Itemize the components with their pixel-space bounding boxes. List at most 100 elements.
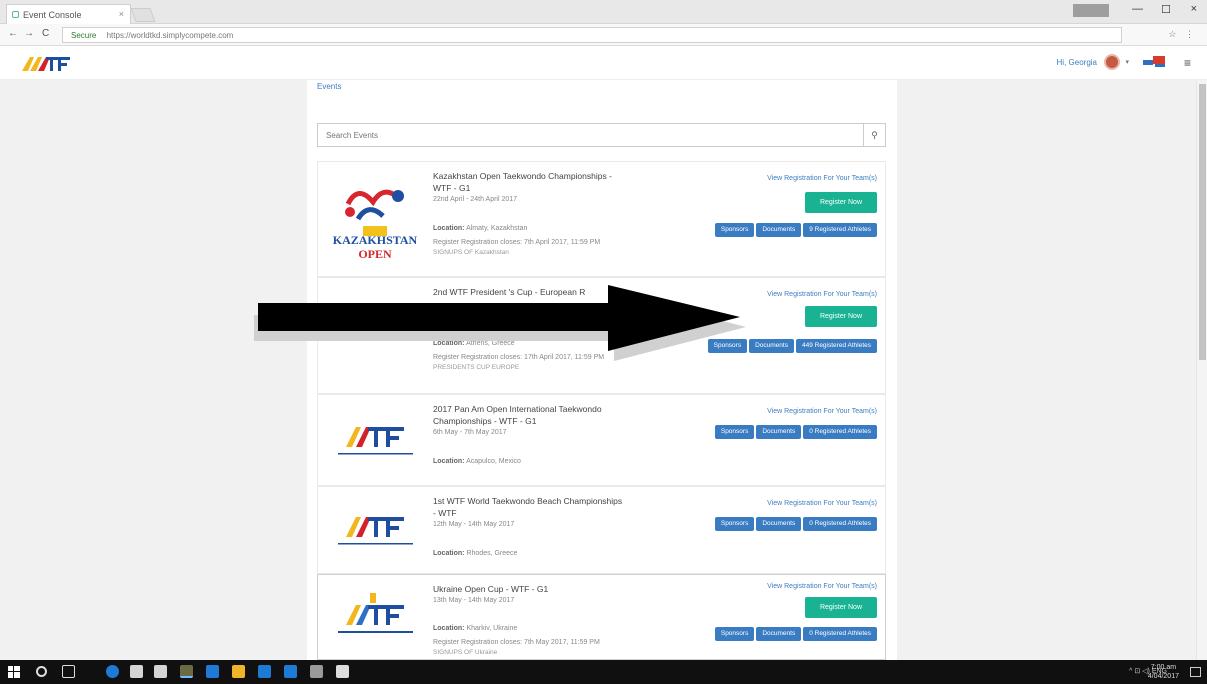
- edge-icon[interactable]: [106, 665, 119, 678]
- store-icon[interactable]: [154, 665, 167, 678]
- notepad-icon[interactable]: [336, 665, 349, 678]
- tab-title: Event Console: [23, 10, 82, 20]
- flag-icon[interactable]: [1143, 56, 1167, 68]
- registered-athletes-button[interactable]: 0 Registered Athletes: [803, 425, 877, 439]
- search-icon[interactable]: ⚲: [863, 124, 885, 146]
- wtf-event-logo: [338, 427, 413, 455]
- window-user-badge[interactable]: [1073, 4, 1109, 17]
- wtf-event-logo: [338, 517, 413, 545]
- browser-address-bar: ← → C Secure https://worldtkd.simplycomp…: [0, 24, 1207, 46]
- location-value: Acapulco, Mexico: [466, 458, 521, 465]
- regclose-label: Register Registration closes:: [433, 239, 523, 246]
- minimize-icon[interactable]: —: [1132, 3, 1143, 15]
- register-now-button[interactable]: Register Now: [805, 306, 877, 327]
- event-extra-info: SIGNUPS OF Kazakhstan: [433, 249, 509, 256]
- section-title: Events: [317, 82, 342, 91]
- event-card: 2017 Pan Am Open International Taekwondo…: [317, 394, 886, 486]
- view-registration-link[interactable]: View Registration For Your Team(s): [767, 500, 877, 507]
- clock[interactable]: 7:00 am 4/04/2017: [1148, 663, 1179, 681]
- event-dates: 13th May - 14th May 2017: [433, 597, 515, 604]
- browser-tab[interactable]: Event Console ×: [6, 4, 131, 24]
- event-dates: 6th May - 7th May 2017: [433, 429, 507, 436]
- event-title[interactable]: Ukraine Open Cup - WTF - G1: [433, 583, 613, 595]
- annotation-arrow-icon: [254, 285, 746, 361]
- location-label: Location:: [433, 625, 465, 632]
- back-icon[interactable]: ←: [8, 28, 18, 39]
- word-icon[interactable]: [258, 665, 271, 678]
- view-registration-link[interactable]: View Registration For Your Team(s): [767, 291, 877, 298]
- forward-icon[interactable]: →: [24, 28, 34, 39]
- search-input[interactable]: [318, 124, 863, 146]
- documents-button[interactable]: Documents: [756, 517, 802, 531]
- documents-button[interactable]: Documents: [749, 339, 794, 353]
- location-value: Almaty, Kazakhstan: [466, 225, 528, 232]
- regclose-value: 7th May 2017, 11:59 PM: [524, 639, 600, 646]
- chrome-app-icon[interactable]: [180, 665, 193, 678]
- window-close-icon[interactable]: ×: [1191, 3, 1197, 15]
- hamburger-menu-icon[interactable]: ≡: [1184, 56, 1191, 70]
- site-header: Hi, Georgia ▾ ≡: [0, 46, 1207, 80]
- explorer-icon[interactable]: [130, 665, 143, 678]
- sponsors-button[interactable]: Sponsors: [714, 425, 755, 439]
- event-card: KAZAKHSTAN OPEN Kazakhstan Open Taekwond…: [317, 161, 886, 277]
- event-location: Location: Kharkiv, Ukraine: [433, 625, 517, 632]
- register-now-button[interactable]: Register Now: [805, 597, 877, 618]
- regclose-value: 7th April 2017, 11:59 PM: [524, 239, 601, 246]
- documents-button[interactable]: Documents: [756, 627, 802, 641]
- page-scrollbar[interactable]: [1196, 80, 1207, 660]
- registered-athletes-button[interactable]: 449 Registered Athletes: [795, 339, 877, 353]
- registered-athletes-button[interactable]: 0 Registered Athletes: [803, 627, 877, 641]
- scrollbar-thumb[interactable]: [1199, 84, 1206, 360]
- event-card: 1st WTF World Taekwondo Beach Championsh…: [317, 486, 886, 574]
- wtf-logo[interactable]: [20, 55, 72, 73]
- event-action-buttons: Sponsors Documents 0 Registered Athletes: [713, 627, 877, 641]
- register-now-button[interactable]: Register Now: [805, 192, 877, 213]
- location-value: Kharkiv, Ukraine: [466, 625, 518, 632]
- event-title[interactable]: 1st WTF World Taekwondo Beach Championsh…: [433, 495, 623, 519]
- event-dates: 12th May - 14th May 2017: [433, 521, 515, 528]
- clock-date: 4/04/2017: [1147, 673, 1179, 680]
- folder-icon[interactable]: [232, 665, 245, 678]
- event-location: Location: Acapulco, Mexico: [433, 458, 521, 465]
- search-icon[interactable]: [36, 666, 47, 677]
- bookmark-and-menu-icons[interactable]: ☆ ⋮: [1168, 29, 1197, 40]
- event-action-buttons: Sponsors Documents 0 Registered Athletes: [713, 517, 877, 531]
- regclose-label: Register Registration closes:: [433, 639, 523, 646]
- notification-icon[interactable]: [1190, 667, 1201, 677]
- view-registration-link[interactable]: View Registration For Your Team(s): [767, 583, 877, 590]
- url-field[interactable]: Secure https://worldtkd.simplycompete.co…: [62, 27, 1122, 43]
- user-greeting[interactable]: Hi, Georgia: [1057, 58, 1097, 67]
- reload-icon[interactable]: C: [42, 28, 49, 39]
- svg-text:KAZAKHSTAN: KAZAKHSTAN: [333, 233, 418, 247]
- maximize-icon[interactable]: ☐: [1161, 3, 1171, 16]
- location-value: Rhodes, Greece: [466, 550, 518, 557]
- event-action-buttons: Sponsors Documents 9 Registered Athletes: [713, 223, 877, 237]
- url-text: https://worldtkd.simplycompete.com: [106, 31, 234, 40]
- clock-time: 7:00 am: [1150, 664, 1177, 671]
- settings-app-icon[interactable]: [310, 665, 323, 678]
- outlook-icon[interactable]: [284, 665, 297, 678]
- sponsors-button[interactable]: Sponsors: [714, 517, 755, 531]
- sponsors-button[interactable]: Sponsors: [714, 627, 755, 641]
- documents-button[interactable]: Documents: [756, 425, 802, 439]
- registered-athletes-button[interactable]: 0 Registered Athletes: [803, 517, 877, 531]
- registration-close: Register Registration closes: 7th May 20…: [433, 639, 600, 646]
- registered-athletes-button[interactable]: 9 Registered Athletes: [803, 223, 877, 237]
- sponsors-button[interactable]: Sponsors: [714, 223, 755, 237]
- task-view-icon[interactable]: [62, 665, 75, 678]
- event-extra-info: SIGNUPS OF Ukraine: [433, 649, 498, 656]
- windows-start-icon[interactable]: [8, 666, 20, 678]
- view-registration-link[interactable]: View Registration For Your Team(s): [767, 175, 877, 182]
- new-tab-button[interactable]: [130, 8, 156, 22]
- windows-taskbar: ^ ⊡ ◁) ENG 7:00 am 4/04/2017: [0, 660, 1207, 684]
- event-title[interactable]: 2017 Pan Am Open International Taekwondo…: [433, 403, 623, 427]
- event-card: Ukraine Open Cup - WTF - G1 13th May - 1…: [317, 574, 886, 660]
- event-title[interactable]: Kazakhstan Open Taekwondo Championships …: [433, 170, 613, 194]
- chevron-down-icon[interactable]: ▾: [1125, 58, 1129, 66]
- avatar[interactable]: [1104, 54, 1120, 70]
- view-registration-link[interactable]: View Registration For Your Team(s): [767, 408, 877, 415]
- mail-icon[interactable]: [206, 665, 219, 678]
- tab-close-icon[interactable]: ×: [119, 9, 124, 19]
- location-label: Location:: [433, 458, 465, 465]
- documents-button[interactable]: Documents: [756, 223, 802, 237]
